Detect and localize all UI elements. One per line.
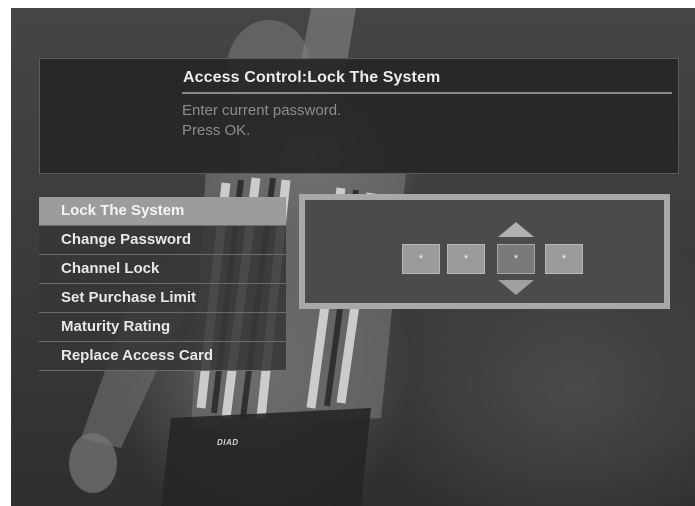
arrow-up-icon[interactable] — [498, 222, 534, 237]
menu-item-channel-lock[interactable]: Channel Lock — [39, 255, 286, 284]
menu-item-lock-the-system[interactable]: Lock The System — [39, 197, 286, 226]
header-panel: Access Control:Lock The System Enter cur… — [39, 58, 679, 174]
arrow-down-icon[interactable] — [498, 280, 534, 295]
menu-item-change-password[interactable]: Change Password — [39, 226, 286, 255]
pin-digit-3[interactable]: * — [497, 244, 535, 274]
menu-item-set-purchase-limit[interactable]: Set Purchase Limit — [39, 284, 286, 313]
instruction-text-ok: Press OK. — [182, 122, 251, 139]
title-divider — [182, 92, 672, 94]
page-title: Access Control:Lock The System — [183, 69, 441, 86]
pin-entry-panel: * * * * — [299, 194, 670, 309]
access-control-menu: Lock The System Change Password Channel … — [39, 197, 286, 371]
menu-item-replace-access-card[interactable]: Replace Access Card — [39, 342, 286, 371]
tv-screen: DIAD Access Control:Lock The System Ente… — [11, 8, 695, 506]
pin-digit-2[interactable]: * — [447, 244, 485, 274]
instruction-text: Enter current password. — [182, 102, 342, 119]
pin-digit-4[interactable]: * — [545, 244, 583, 274]
pin-digit-1[interactable]: * — [402, 244, 440, 274]
jersey-logo: DIAD — [217, 438, 239, 447]
menu-item-maturity-rating[interactable]: Maturity Rating — [39, 313, 286, 342]
